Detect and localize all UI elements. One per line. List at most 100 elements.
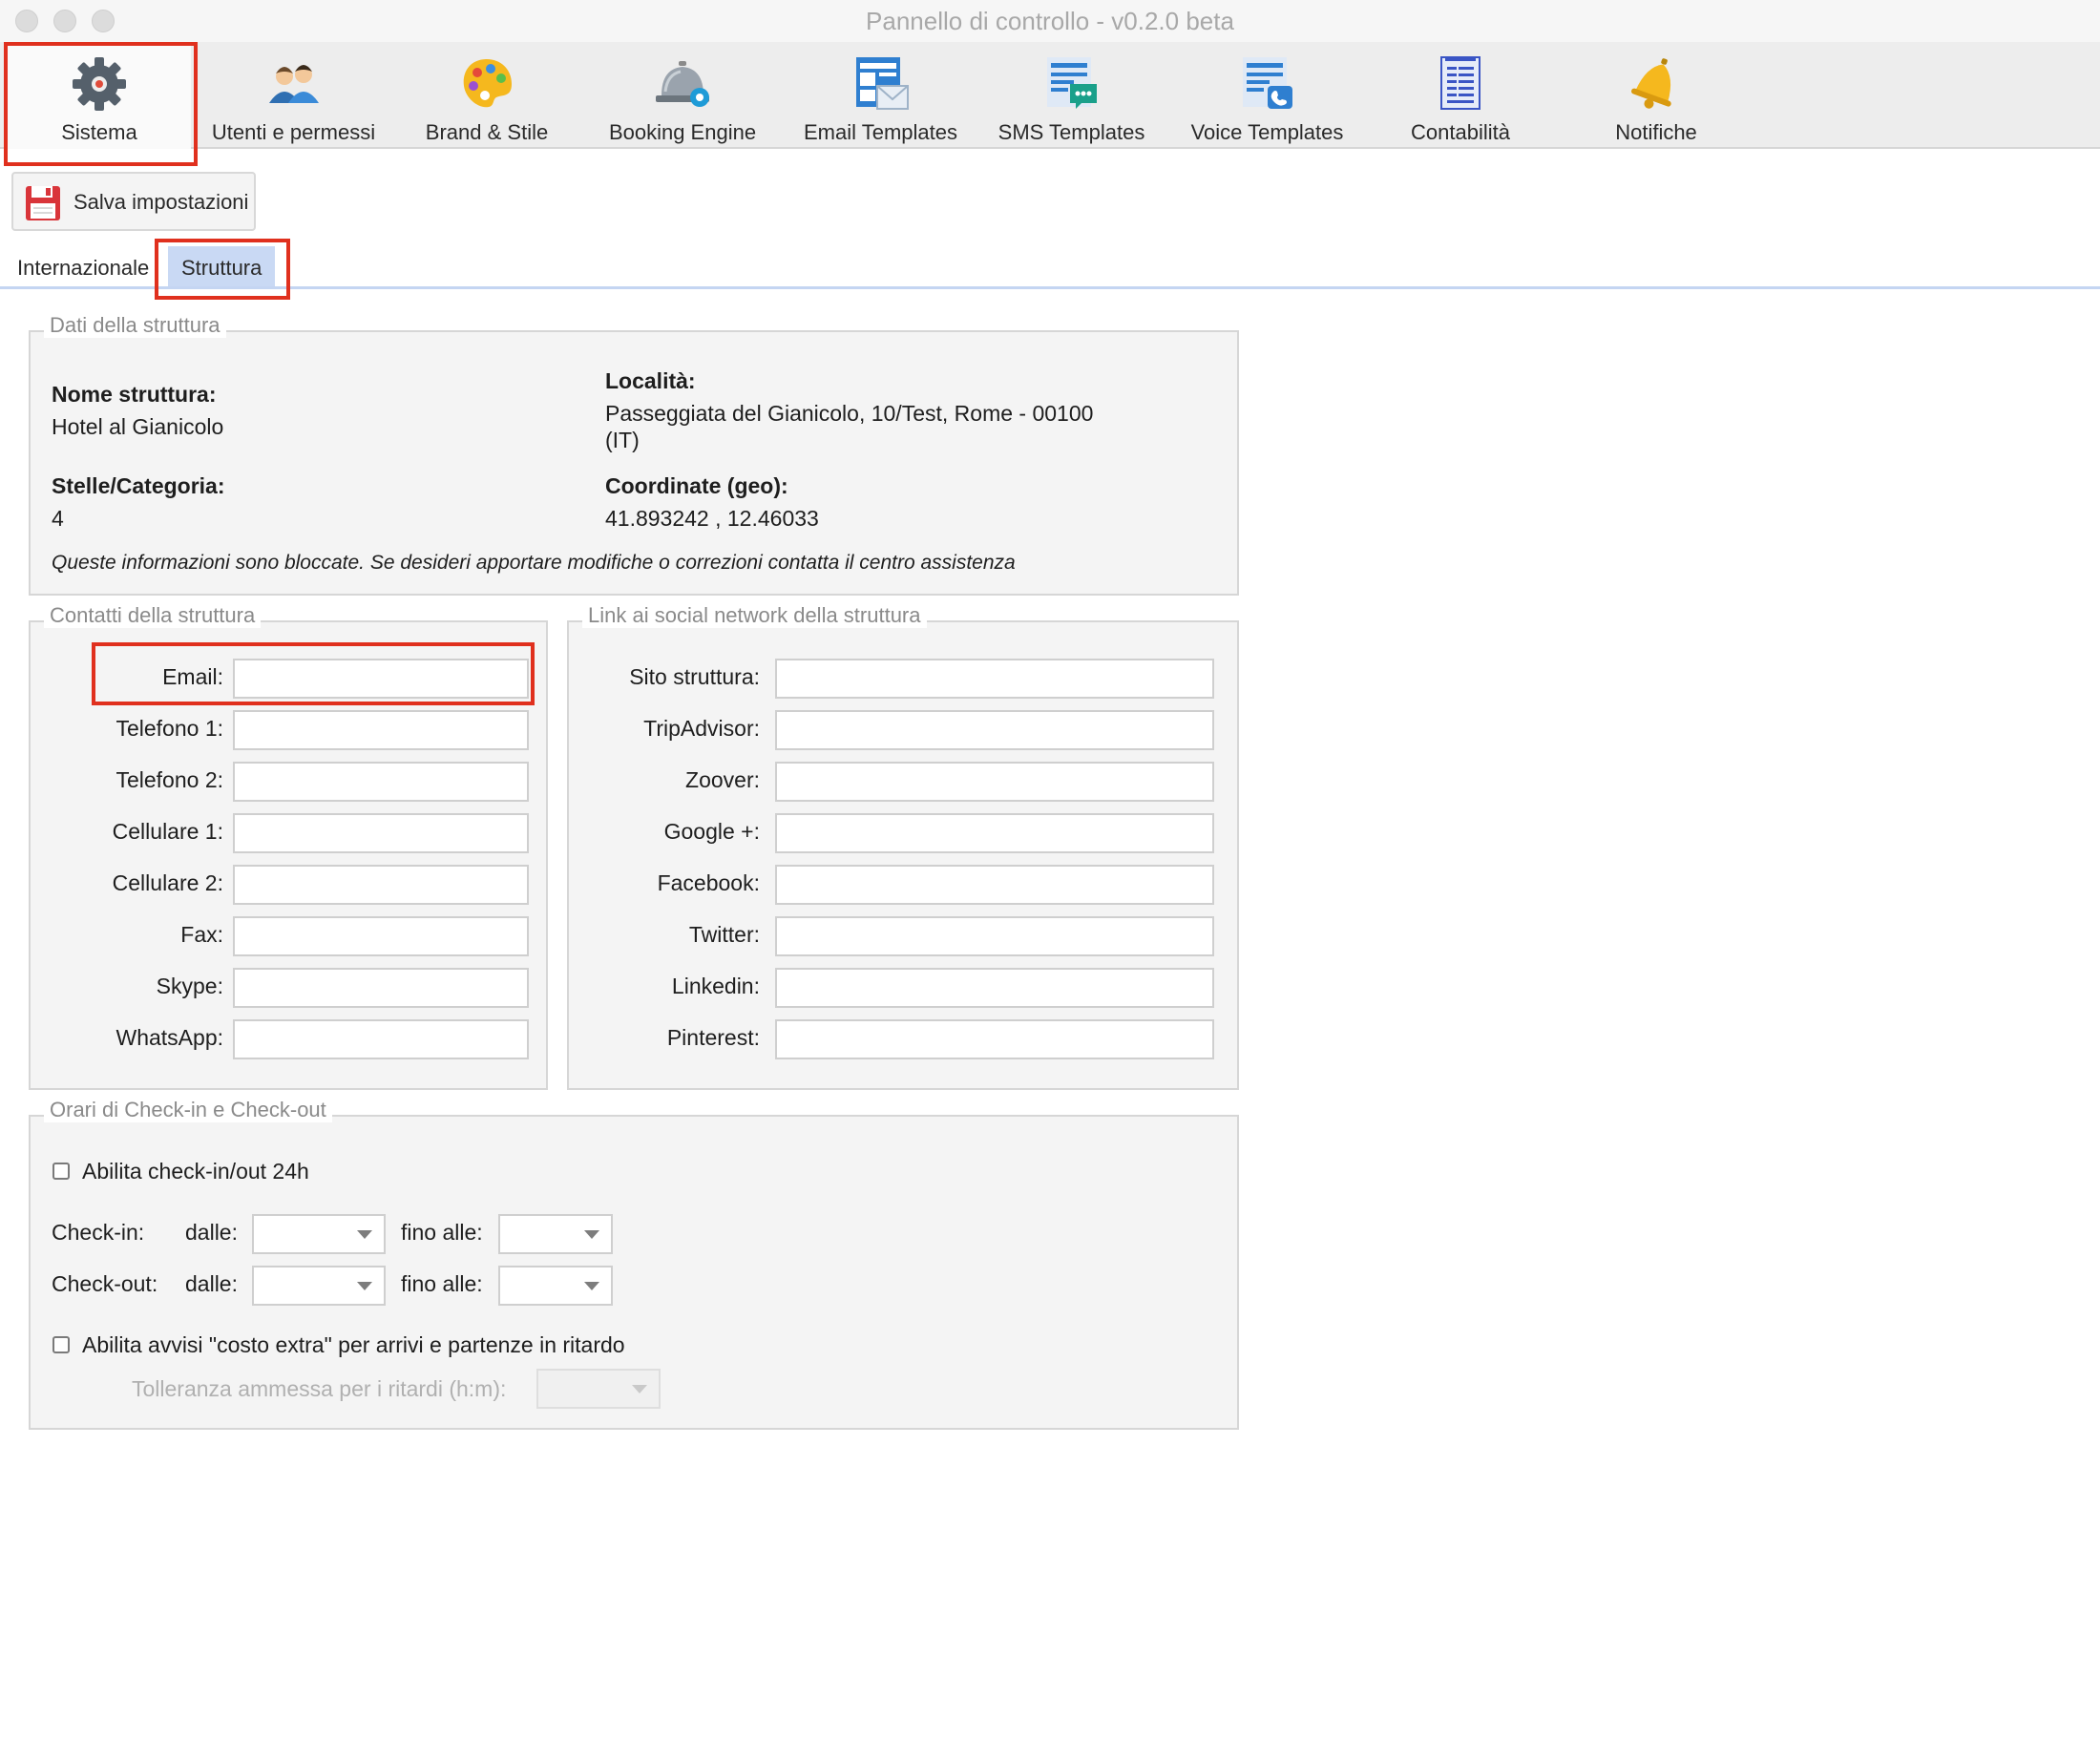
sito-struttura-field[interactable]: [775, 659, 1214, 699]
label-cellulare-2: Cellulare 2:: [112, 870, 223, 895]
label-skype: Skype:: [156, 974, 223, 998]
fieldset-contatti: Contatti della struttura Email: Telefono…: [29, 603, 548, 1090]
label-check-out: Check-out:: [52, 1271, 158, 1296]
label-checkout-dalle: dalle:: [185, 1271, 238, 1296]
toolbar-item-contabilita[interactable]: Contabilità: [1375, 42, 1546, 149]
window-titlebar: Pannello di controllo - v0.2.0 beta: [0, 0, 2100, 42]
label-stelle: Stelle/Categoria:: [52, 473, 225, 498]
label-cellulare-1: Cellulare 1:: [112, 819, 223, 844]
label-telefono-1: Telefono 1:: [116, 716, 223, 741]
label-pinterest: Pinterest:: [666, 1025, 760, 1050]
toolbar-item-sistema[interactable]: Sistema: [8, 42, 191, 149]
tab-bar-divider: [0, 286, 2100, 289]
fieldset-orari: Orari di Check-in e Check-out Abilita ch…: [29, 1098, 1239, 1430]
reception-bell-icon: [656, 61, 709, 107]
toolbar-item-email-templates[interactable]: Email Templates: [788, 42, 974, 149]
legend-contatti: Contatti della struttura: [44, 603, 262, 628]
email-field[interactable]: [233, 659, 529, 699]
voice-template-icon: [1242, 57, 1292, 109]
toolbar-label: Sistema: [61, 120, 137, 144]
label-checkin-fino-alle: fino alle:: [401, 1220, 483, 1245]
enable-24h-label: Abilita check-in/out 24h: [82, 1159, 309, 1184]
checkin-to-select[interactable]: [498, 1214, 613, 1254]
toolbar-label: Utenti e permessi: [211, 120, 376, 144]
locked-info-note: Queste informazioni sono bloccate. Se de…: [52, 552, 1016, 574]
value-nome-struttura: Hotel al Gianicolo: [52, 414, 224, 439]
label-zoover: Zoover:: [685, 767, 760, 792]
toolbar-item-voice-templates[interactable]: Voice Templates: [1169, 42, 1365, 149]
label-google-plus: Google +:: [663, 819, 760, 844]
toolbar-label: Voice Templates: [1190, 120, 1344, 144]
label-check-in: Check-in:: [52, 1220, 145, 1245]
tripadvisor-field[interactable]: [775, 710, 1214, 750]
users-icon: [268, 65, 319, 103]
accounting-icon: [1440, 56, 1480, 110]
email-template-icon: [855, 57, 909, 110]
label-coordinate: Coordinate (geo):: [605, 473, 788, 498]
toolbar-label: Notifiche: [1615, 120, 1697, 144]
tolerance-label: Tolleranza ammessa per i ritardi (h:m):: [132, 1376, 507, 1401]
label-checkout-fino-alle: fino alle:: [401, 1271, 483, 1296]
save-settings-button[interactable]: Salva impostazioni: [11, 172, 256, 231]
toolbar-item-brand[interactable]: Brand & Stile: [396, 42, 578, 149]
toolbar-item-sms-templates[interactable]: SMS Templates: [983, 42, 1160, 149]
tolerance-select[interactable]: [536, 1369, 661, 1409]
tab-internazionale[interactable]: Internazionale: [17, 246, 149, 288]
checkout-from-select[interactable]: [252, 1266, 386, 1306]
gear-icon: [73, 57, 126, 111]
label-sito-struttura: Sito struttura:: [629, 664, 760, 689]
zoover-field[interactable]: [775, 762, 1214, 802]
chevron-down-icon: [584, 1230, 599, 1239]
sms-template-icon: [1046, 57, 1097, 109]
twitter-field[interactable]: [775, 916, 1214, 956]
linkedin-field[interactable]: [775, 968, 1214, 1008]
label-tripadvisor: TripAdvisor:: [643, 716, 760, 741]
label-linkedin: Linkedin:: [671, 974, 760, 998]
chevron-down-icon: [584, 1282, 599, 1290]
value-stelle: 4: [52, 506, 64, 531]
main-toolbar: Sistema Utenti e permessi Brand & Stile: [0, 42, 2100, 149]
floppy-disk-icon: [26, 186, 60, 220]
enable-24h-checkbox[interactable]: [52, 1163, 70, 1180]
toolbar-item-utenti[interactable]: Utenti e permessi: [200, 42, 387, 149]
label-facebook: Facebook:: [657, 870, 760, 895]
chevron-down-icon: [357, 1230, 372, 1239]
save-settings-label: Salva impostazioni: [74, 190, 249, 214]
fax-field[interactable]: [233, 916, 529, 956]
value-localita-line2: (IT): [605, 428, 640, 452]
tab-struttura[interactable]: Struttura: [168, 246, 276, 288]
label-email: Email:: [162, 664, 223, 689]
checkin-from-select[interactable]: [252, 1214, 386, 1254]
facebook-field[interactable]: [775, 865, 1214, 905]
whatsapp-field[interactable]: [233, 1019, 529, 1059]
telefono-1-field[interactable]: [233, 710, 529, 750]
label-nome-struttura: Nome struttura:: [52, 382, 217, 407]
toolbar-item-notifiche[interactable]: Notifiche: [1565, 42, 1747, 149]
chevron-down-icon: [357, 1282, 372, 1290]
value-coordinate: 41.893242 , 12.46033: [605, 506, 819, 531]
extra-cost-checkbox[interactable]: [52, 1336, 70, 1353]
legend-orari: Orari di Check-in e Check-out: [44, 1098, 332, 1122]
legend-social: Link ai social network della struttura: [582, 603, 927, 628]
checkout-to-select[interactable]: [498, 1266, 613, 1306]
window-title: Pannello di controllo - v0.2.0 beta: [866, 7, 1234, 35]
bell-icon: [1631, 58, 1671, 109]
pinterest-field[interactable]: [775, 1019, 1214, 1059]
label-localita: Località:: [605, 368, 696, 393]
label-whatsapp: WhatsApp:: [116, 1025, 224, 1050]
label-fax: Fax:: [180, 922, 223, 947]
toolbar-label: Email Templates: [804, 120, 957, 144]
toolbar-item-booking-engine[interactable]: Booking Engine: [587, 42, 778, 149]
google-plus-field[interactable]: [775, 813, 1214, 853]
toolbar-label: SMS Templates: [998, 120, 1145, 144]
toolbar-label: Booking Engine: [608, 120, 757, 144]
cellulare-2-field[interactable]: [233, 865, 529, 905]
telefono-2-field[interactable]: [233, 762, 529, 802]
skype-field[interactable]: [233, 968, 529, 1008]
label-checkin-dalle: dalle:: [185, 1220, 238, 1245]
toolbar-label: Contabilità: [1411, 120, 1510, 144]
palette-icon: [463, 59, 512, 108]
toolbar-label: Brand & Stile: [425, 120, 549, 144]
label-twitter: Twitter:: [688, 922, 760, 947]
cellulare-1-field[interactable]: [233, 813, 529, 853]
